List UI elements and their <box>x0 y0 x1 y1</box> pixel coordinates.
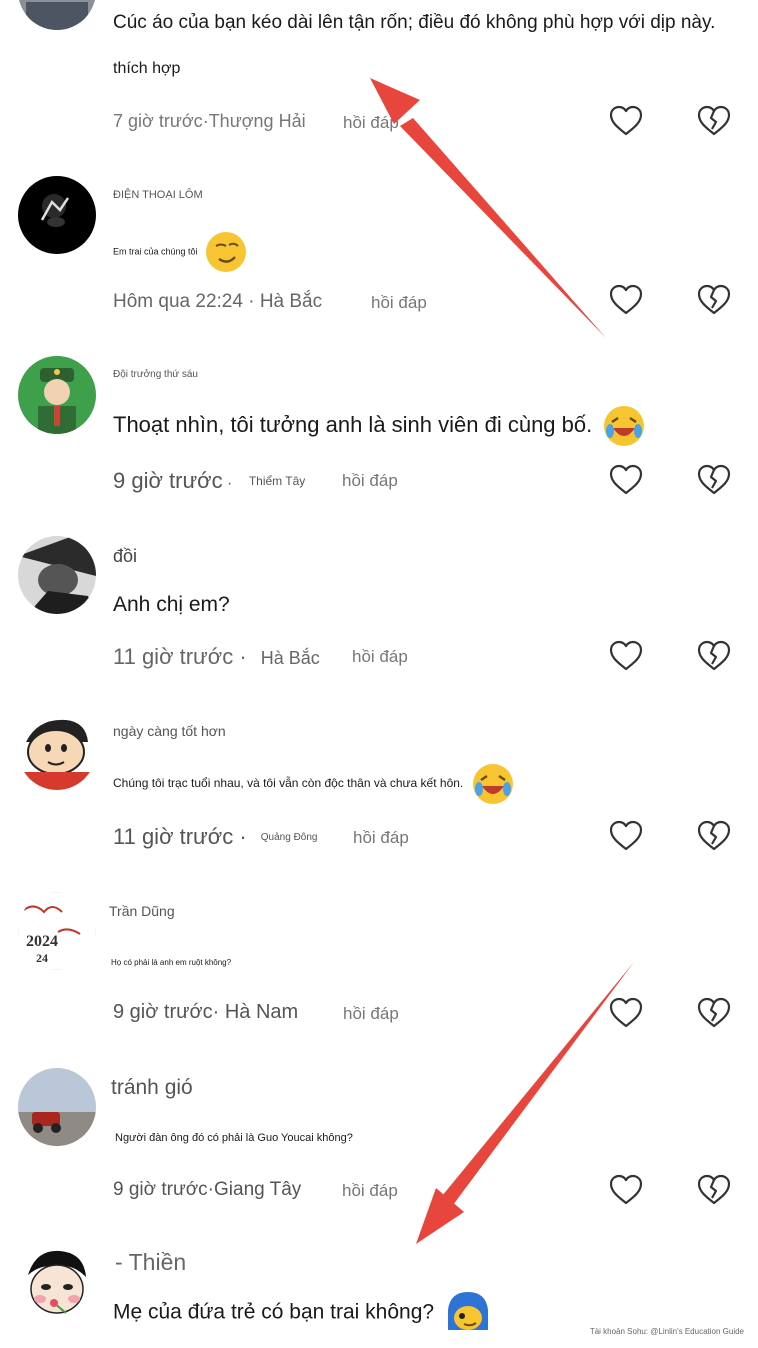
avatar[interactable] <box>18 176 96 254</box>
comment-item: ngày càng tốt hơn Chúng tôi trạc tuổi nh… <box>0 700 758 880</box>
comment-location: Thượng Hải <box>208 111 306 131</box>
username[interactable]: - Thiền <box>115 1249 186 1276</box>
comment-time: 7 giờ trước <box>113 111 203 131</box>
comment-item: ĐIỆN THOẠI LÔM Em trai của chúng tôi Hôm… <box>0 160 758 340</box>
comment-time: 9 giờ trước <box>113 1001 213 1023</box>
comment-location: Quảng Đông <box>260 832 318 843</box>
comment-item: 2024 24 Trần Dũng Họ có phải là anh em ru… <box>0 880 758 1060</box>
comment-location: Hà Nam <box>224 1001 299 1023</box>
comment-text: Họ có phải là anh em ruột không? <box>111 958 232 967</box>
avatar[interactable] <box>18 356 96 434</box>
comment-meta: 9 giờ trước· Hà Nam <box>113 1001 299 1023</box>
username[interactable]: Trần Dũng <box>109 903 175 919</box>
avatar[interactable] <box>18 712 96 790</box>
avatar[interactable] <box>18 536 96 614</box>
heart-outline-icon[interactable] <box>608 638 644 674</box>
comment-text: Cúc áo của bạn kéo dài lên tận rốn; điều… <box>113 12 716 33</box>
comment-meta: 11 giờ trước · Hà Bắc <box>113 644 320 669</box>
broken-heart-icon[interactable] <box>696 103 732 139</box>
comment-text: Chúng tôi trạc tuổi nhau, và tôi vẫn còn… <box>113 762 515 806</box>
heart-outline-icon[interactable] <box>608 818 644 854</box>
comment-text: Người đàn ông đó có phải là Guo Youcai k… <box>115 1132 353 1144</box>
comment-item: Cúc áo của bạn kéo dài lên tận rốn; điều… <box>0 0 758 160</box>
heart-outline-icon[interactable] <box>608 103 644 139</box>
comment-time: 9 giờ trước <box>113 1179 208 1200</box>
reply-button[interactable]: hồi đáp <box>343 1004 399 1024</box>
username[interactable]: ngày càng tốt hơn <box>113 723 226 739</box>
comment-location: Hà Bắc <box>259 291 323 312</box>
avatar[interactable]: 2024 24 <box>18 892 96 970</box>
reply-button[interactable]: hồi đáp <box>342 1181 398 1201</box>
username[interactable]: tránh gió <box>111 1076 193 1100</box>
heart-outline-icon[interactable] <box>608 462 644 498</box>
watermark: Tài khoản Sohu: @Linlin's Education Guid… <box>589 1327 744 1336</box>
avatar[interactable] <box>18 0 96 30</box>
reply-button[interactable]: hồi đáp <box>371 293 427 313</box>
comment-subtext: thích hợp <box>113 60 181 77</box>
broken-heart-icon[interactable] <box>696 282 732 318</box>
broken-heart-icon[interactable] <box>696 818 732 854</box>
username[interactable]: đồi <box>113 546 137 567</box>
reply-button[interactable]: hồi đáp <box>342 471 398 491</box>
avatar[interactable] <box>18 1068 96 1146</box>
heart-outline-icon[interactable] <box>608 282 644 318</box>
comment-location: Thiểm Tây <box>248 474 306 488</box>
comment-text: Em trai của chúng tôi <box>113 230 248 274</box>
comment-time: 9 giờ trước <box>113 468 223 493</box>
comment-time: 11 giờ trước <box>113 644 234 669</box>
comment-meta: 11 giờ trước · Quảng Đông <box>113 824 318 849</box>
broken-heart-icon[interactable] <box>696 995 732 1031</box>
laughing-crying-emoji-icon <box>602 404 646 448</box>
comment-text: Anh chị em? <box>113 593 230 616</box>
comment-meta: 9 giờ trước · Thiểm Tây <box>113 468 306 493</box>
comment-item: tránh gió Người đàn ông đó có phải là Gu… <box>0 1060 758 1240</box>
comment-item: Đội trưởng thứ sáu Thoạt nhìn, tôi tưởng… <box>0 340 758 520</box>
comment-meta: 9 giờ trước·Giang Tây <box>113 1179 302 1200</box>
comment-meta: Hôm qua 22:24 · Hà Bắc <box>113 291 323 312</box>
username[interactable]: ĐIỆN THOẠI LÔM <box>113 189 203 201</box>
blue-hair-emoji-icon <box>444 1290 490 1336</box>
comment-location: Giang Tây <box>214 1179 302 1200</box>
laughing-crying-emoji-icon <box>471 762 515 806</box>
smirk-emoji-icon <box>204 230 248 274</box>
avatar[interactable] <box>18 1245 96 1323</box>
comment-text: Thoạt nhìn, tôi tưởng anh là sinh viên đ… <box>113 404 646 448</box>
comment-time: 11 giờ trước <box>113 824 234 849</box>
username[interactable]: Đội trưởng thứ sáu <box>113 369 198 380</box>
reply-button[interactable]: hồi đáp <box>353 828 409 848</box>
broken-heart-icon[interactable] <box>696 1172 732 1208</box>
reply-button[interactable]: hồi đáp <box>343 113 399 133</box>
reply-button[interactable]: hồi đáp <box>352 647 408 667</box>
comment-text: Mẹ của đứa trẻ có bạn trai không? <box>113 1290 490 1336</box>
heart-outline-icon[interactable] <box>608 1172 644 1208</box>
comment-meta: 7 giờ trước·Thượng Hải <box>113 111 306 131</box>
broken-heart-icon[interactable] <box>696 638 732 674</box>
broken-heart-icon[interactable] <box>696 462 732 498</box>
comment-item: đồi Anh chị em? 11 giờ trước · Hà Bắc hồ… <box>0 520 758 700</box>
avatar-text: 24 <box>36 951 48 965</box>
heart-outline-icon[interactable] <box>608 995 644 1031</box>
avatar-text: 2024 <box>26 933 58 950</box>
comment-time: Hôm qua 22:24 <box>113 291 243 312</box>
comment-location: Hà Bắc <box>260 648 320 668</box>
